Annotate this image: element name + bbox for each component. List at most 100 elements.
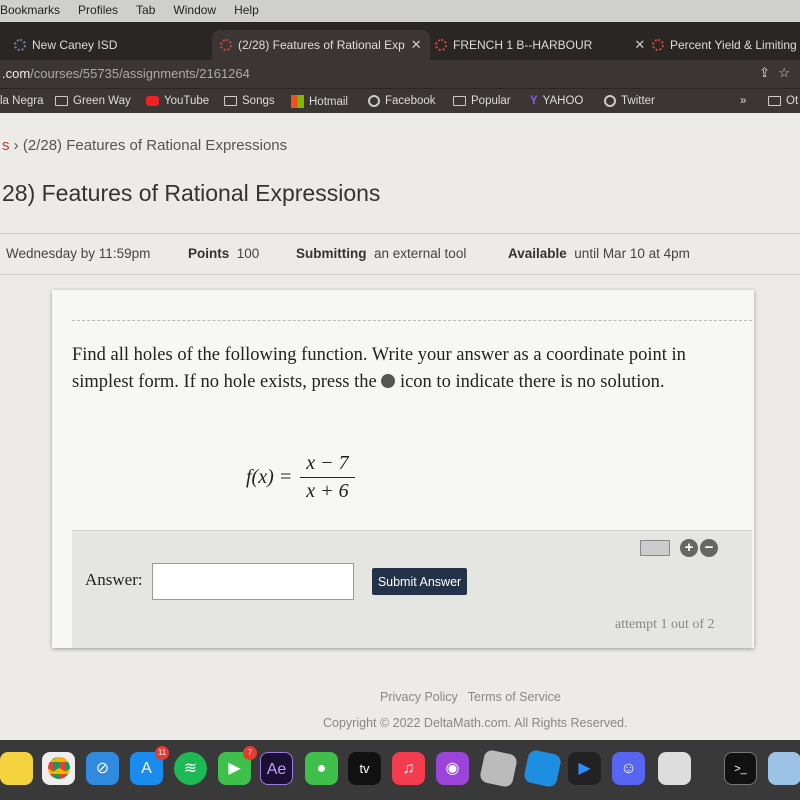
attempt-counter: attempt 1 out of 2 <box>615 617 715 632</box>
menu-window[interactable]: Window <box>173 3 216 22</box>
breadcrumb-sep: › <box>13 137 19 154</box>
bookmark-label: Green Way <box>73 95 131 107</box>
answer-input[interactable] <box>152 563 354 600</box>
submitting-label: Submitting <box>296 246 367 261</box>
denominator: x + 6 <box>306 480 349 502</box>
bookmark-popular[interactable]: Popular <box>453 95 511 107</box>
after-effects-icon[interactable]: Ae <box>260 752 293 785</box>
notes-icon[interactable] <box>0 752 33 785</box>
bookmark-label: YouTube <box>164 95 210 107</box>
function-lhs: f(x) = <box>246 466 293 488</box>
bookmark-hotmail[interactable]: Hotmail <box>291 95 348 108</box>
canvas-icon <box>435 39 447 51</box>
bookmark-label: Songs <box>242 95 275 107</box>
answer-label: Answer: <box>85 570 143 589</box>
submit-answer-button[interactable]: Submit Answer <box>372 568 467 595</box>
app-store-icon[interactable]: A 11 <box>130 746 169 785</box>
facetime-icon[interactable]: ▶ 7 <box>218 746 257 785</box>
tab-label: FRENCH 1 B--HARBOUR <box>453 38 593 52</box>
no-solution-icon <box>381 374 396 388</box>
add-answer-button[interactable]: + <box>680 539 698 557</box>
breadcrumb-current: (2/28) Features of Rational Expressions <box>22 137 288 154</box>
spotify-icon[interactable]: ≋ <box>174 752 207 785</box>
bookmark-green-way[interactable]: Green Way <box>55 95 131 107</box>
bookmark-facebook[interactable]: Facebook <box>368 95 436 107</box>
keyboard-icon[interactable] <box>640 540 670 556</box>
dock: ⊘ A 11 ≋ ▶ 7 Ae ● tv ♫ ◉ ▶ ☺ >_ <box>0 740 800 800</box>
photo-icon[interactable] <box>768 752 800 785</box>
bookmarks-bar: la Negra Green Way YouTube Songs Hotmail… <box>0 88 800 113</box>
menu-bookmarks[interactable]: Bookmarks <box>0 3 60 22</box>
tab-bar: New Caney ISD✕ (2/28) Features of Ration… <box>0 22 800 60</box>
page-title: 28) Features of Rational Expressions <box>2 180 381 206</box>
yahoo-icon: Y <box>530 95 538 107</box>
bookmark-other[interactable]: Ot <box>768 95 798 107</box>
copyright: Copyright © 2022 DeltaMath.com. All Righ… <box>323 716 628 730</box>
star-icon[interactable]: ☆ <box>778 65 790 81</box>
close-tab-icon[interactable]: ✕ <box>634 37 645 53</box>
breadcrumb-prev[interactable]: s <box>2 137 10 154</box>
points-value: 100 <box>236 246 260 261</box>
bookmark-twitter[interactable]: Twitter <box>604 95 655 107</box>
discord-icon[interactable]: ☺ <box>612 752 645 785</box>
terminal-icon[interactable]: >_ <box>724 752 757 785</box>
bookmark-songs[interactable]: Songs <box>224 95 275 107</box>
tab-percent-yield[interactable]: Percent Yield & Limiting <box>652 30 797 60</box>
available: Available until Mar 10 at 4pm <box>508 246 690 261</box>
menu-tab[interactable]: Tab <box>136 3 155 22</box>
close-tab-icon[interactable]: ✕ <box>411 37 422 53</box>
bookmark-label: Hotmail <box>309 95 348 108</box>
share-icon[interactable]: ⇪ <box>759 65 770 81</box>
safari-icon[interactable]: ⊘ <box>86 752 119 785</box>
tab-french[interactable]: FRENCH 1 B--HARBOUR ✕ <box>435 30 645 60</box>
music-icon[interactable]: ♫ <box>392 752 425 785</box>
youtube-icon <box>146 96 159 106</box>
tab-label: Percent Yield & Limiting <box>670 38 797 52</box>
bookmark-label: Facebook <box>385 95 436 107</box>
bookmark-yahoo[interactable]: Y YAHOO <box>530 95 583 107</box>
bookmark-la-negra[interactable]: la Negra <box>0 95 43 107</box>
notification-badge: 11 <box>155 746 169 760</box>
submitting: Submitting an external tool <box>296 246 466 261</box>
messages-icon[interactable]: ● <box>305 752 338 785</box>
tab-new-caney[interactable]: New Caney ISD✕ <box>14 30 224 60</box>
menu-profiles[interactable]: Profiles <box>78 3 118 22</box>
divider <box>72 320 752 321</box>
preview-icon[interactable] <box>658 752 691 785</box>
globe-icon <box>368 95 380 107</box>
fraction: x − 7 x + 6 <box>300 452 355 503</box>
menu-help[interactable]: Help <box>234 3 259 22</box>
canvas-icon <box>220 39 232 51</box>
roblox-icon[interactable] <box>478 748 519 789</box>
available-label: Available <box>508 246 567 261</box>
terms-link[interactable]: Terms of Service <box>468 690 561 704</box>
chrome-icon[interactable] <box>42 752 75 785</box>
bookmark-label: Twitter <box>621 95 655 107</box>
question-part2: icon to indicate there is no solution. <box>399 372 665 392</box>
url-host: .com <box>2 66 31 81</box>
zoom-icon[interactable]: ▶ <box>568 752 601 785</box>
folder-icon <box>55 96 68 106</box>
bookmarks-overflow[interactable]: » <box>740 95 746 107</box>
overflow-label: » <box>740 95 747 107</box>
points-label: Points <box>188 246 230 261</box>
url-path: /courses/55735/assignments/2161264 <box>30 66 250 81</box>
tab-features-rational[interactable]: (2/28) Features of Rational Exp ✕ <box>212 30 430 60</box>
privacy-policy-link[interactable]: Privacy Policy <box>380 690 458 704</box>
globe-icon <box>14 39 26 51</box>
address-bar[interactable]: .com/courses/55735/assignments/2161264 ⇪… <box>0 60 800 88</box>
breadcrumb: s › (2/28) Features of Rational Expressi… <box>2 137 287 154</box>
roblox-studio-icon[interactable] <box>522 748 563 789</box>
bookmark-label: Ot <box>786 95 799 107</box>
menu-bar: Bookmarks Profiles Tab Window Help <box>0 0 800 22</box>
apple-tv-icon[interactable]: tv <box>348 752 381 785</box>
canvas-icon <box>652 39 664 51</box>
folder-icon <box>453 96 466 106</box>
notification-badge: 7 <box>243 746 257 760</box>
numerator: x − 7 <box>300 452 355 478</box>
bookmark-youtube[interactable]: YouTube <box>146 95 209 107</box>
podcasts-icon[interactable]: ◉ <box>436 752 469 785</box>
no-solution-button[interactable]: − <box>700 539 718 557</box>
tab-label: New Caney ISD <box>32 38 118 52</box>
due-date: Wednesday by 11:59pm <box>6 246 151 261</box>
